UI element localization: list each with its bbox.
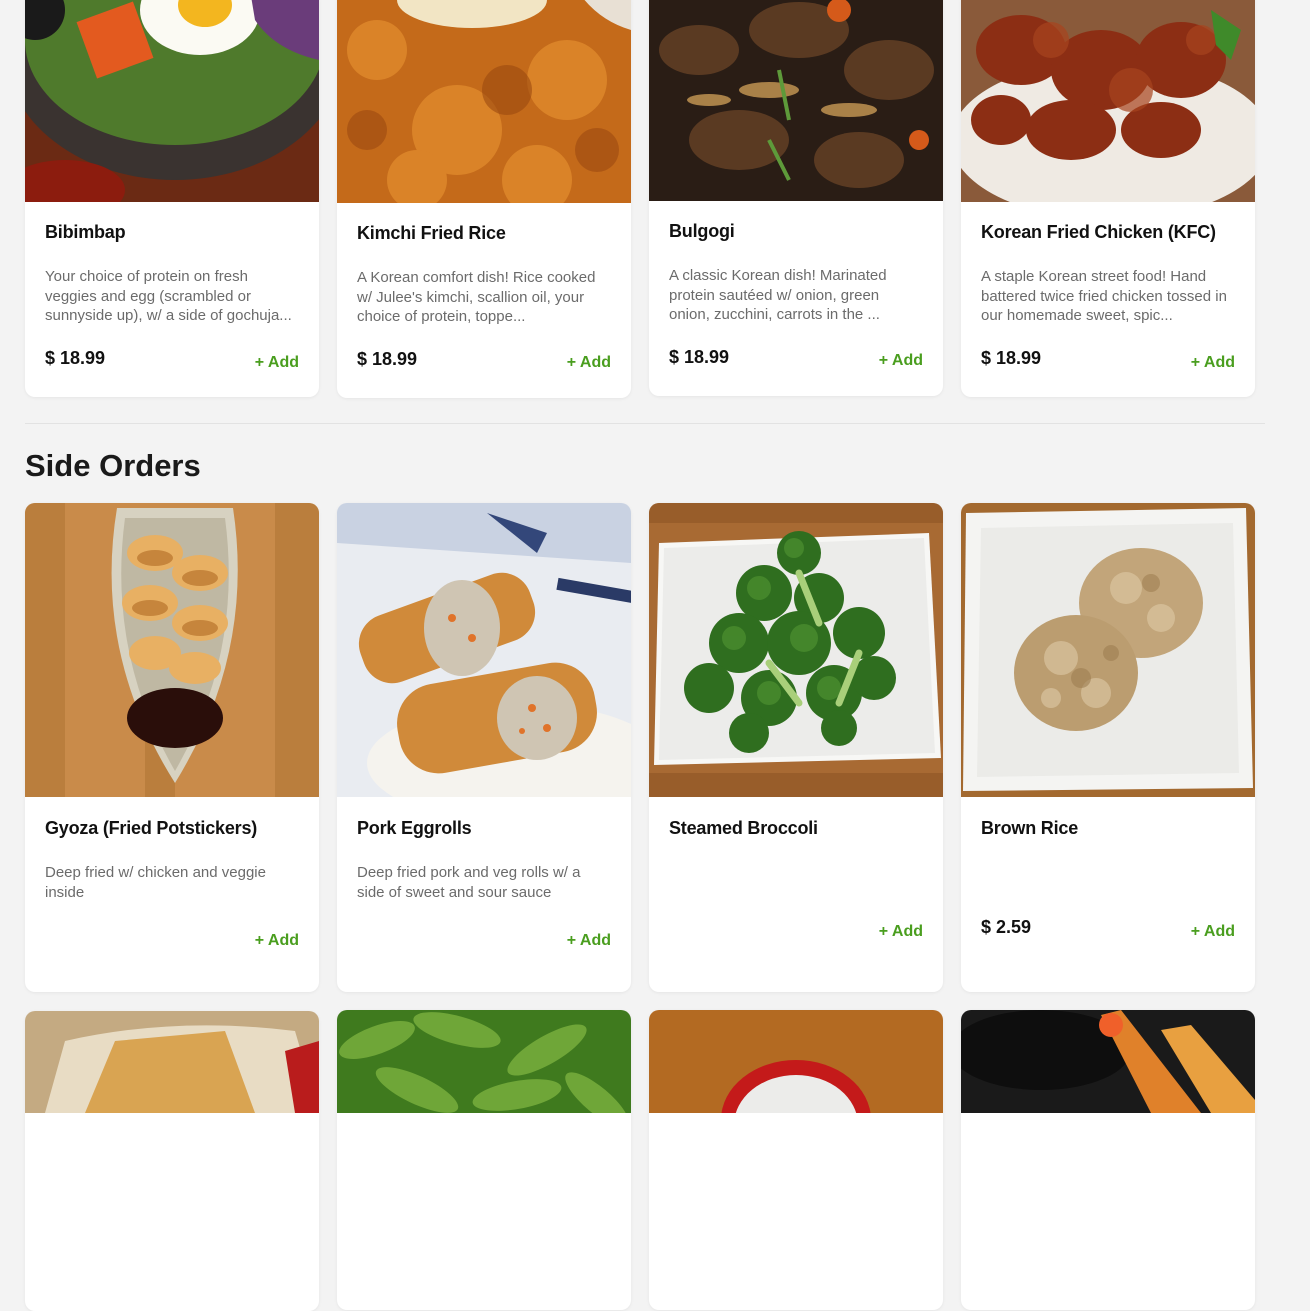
add-button[interactable]: + Add <box>1191 354 1235 372</box>
item-price: $ 18.99 <box>45 348 106 368</box>
brown-rice-photo <box>961 503 1255 797</box>
menu-item-card-brown-rice[interactable]: Brown Rice $ 2.59 + Add <box>961 503 1255 992</box>
add-button[interactable]: + Add <box>567 932 611 950</box>
item-title: Brown Rice <box>981 818 1079 838</box>
pork-eggrolls-photo <box>337 503 631 797</box>
menu-item-card-gyoza[interactable]: Gyoza (Fried Potstickers) Deep fried w/ … <box>25 503 319 992</box>
item-description: Deep fried w/ chicken and veggie inside <box>45 864 266 901</box>
add-button[interactable]: + Add <box>567 354 611 372</box>
item-title: Bibimbap <box>45 222 126 242</box>
menu-item-card-bulgogi[interactable]: Bulgogi A classic Korean dish! Marinated… <box>649 0 943 396</box>
section-heading-side-orders: Side Orders <box>25 448 201 483</box>
menu-item-card-row3-3[interactable] <box>649 1010 943 1310</box>
add-button[interactable]: + Add <box>879 923 923 941</box>
crab-rangoon-photo <box>25 1011 319 1305</box>
menu-item-card-korean-fried-chicken[interactable]: Korean Fried Chicken (KFC) A staple Kore… <box>961 0 1255 397</box>
item-title: Gyoza (Fried Potstickers) <box>45 818 258 838</box>
steamed-broccoli-photo <box>649 503 943 797</box>
item-price: $ 18.99 <box>357 349 418 369</box>
menu-item-card-row3-1[interactable] <box>25 1011 319 1311</box>
item-description: Deep fried pork and veg rolls w/ a side … <box>357 864 581 901</box>
bibimbap-photo <box>25 0 319 202</box>
korean-fried-chicken-photo <box>961 0 1255 202</box>
section-divider <box>25 423 1265 424</box>
item-title: Kimchi Fried Rice <box>357 223 506 243</box>
item-description: A classic Korean dish! Marinated protein… <box>669 267 887 323</box>
menu-item-card-kimchi-fried-rice[interactable]: Kimchi Fried Rice A Korean comfort dish!… <box>337 0 631 398</box>
item-description: A Korean comfort dish! Rice cooked w/ Ju… <box>357 269 596 325</box>
item-price: $ 18.99 <box>669 347 730 367</box>
add-button[interactable]: + Add <box>255 354 299 372</box>
add-button[interactable]: + Add <box>255 932 299 950</box>
kimchi-fried-rice-photo <box>337 0 631 203</box>
gyoza-photo <box>25 503 319 797</box>
miso-soup-photo <box>649 1010 943 1304</box>
item-title: Steamed Broccoli <box>669 818 818 838</box>
menu-item-card-row3-4[interactable] <box>961 1010 1255 1310</box>
menu-item-card-pork-eggrolls[interactable]: Pork Eggrolls Deep fried pork and veg ro… <box>337 503 631 992</box>
item-price: $ 18.99 <box>981 348 1042 368</box>
bulgogi-photo <box>649 0 943 201</box>
item-title: Pork Eggrolls <box>357 818 472 838</box>
menu-item-card-bibimbap[interactable]: Bibimbap Your choice of protein on fresh… <box>25 0 319 397</box>
item-price: $ 2.59 <box>981 917 1032 937</box>
menu-item-card-steamed-broccoli[interactable]: Steamed Broccoli + Add <box>649 503 943 992</box>
item-title: Bulgogi <box>669 221 735 241</box>
shrimp-tempura-photo <box>961 1010 1255 1304</box>
add-button[interactable]: + Add <box>1191 923 1235 941</box>
item-description: Your choice of protein on fresh veggies … <box>45 268 292 324</box>
menu-item-card-row3-2[interactable] <box>337 1010 631 1310</box>
edamame-photo <box>337 1010 631 1304</box>
item-title: Korean Fried Chicken (KFC) <box>981 222 1216 242</box>
add-button[interactable]: + Add <box>879 352 923 370</box>
menu-page: Bibimbap Your choice of protein on fresh… <box>0 0 1310 1311</box>
item-description: A staple Korean street food! Hand batter… <box>981 268 1227 324</box>
